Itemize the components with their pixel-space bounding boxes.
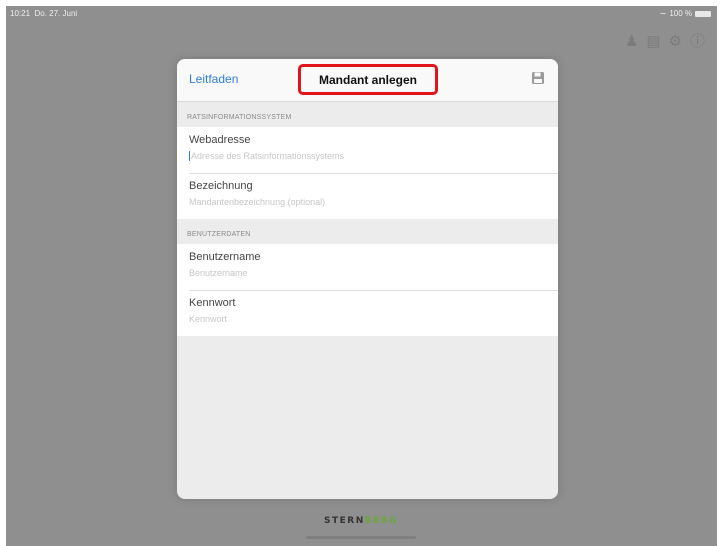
benutzername-input[interactable]: [189, 268, 529, 278]
status-bar: 10:21 Do. 27. Juni ∼ 100 %: [6, 6, 717, 22]
kennwort-input[interactable]: [189, 314, 529, 324]
logo-part-2: BERG: [364, 516, 399, 526]
kennwort-row: Kennwort: [177, 290, 558, 336]
kennwort-label: Kennwort: [189, 297, 236, 309]
modal-navbar: Leitfaden Mandant anlegen: [177, 59, 558, 102]
person-icon[interactable]: ♟: [625, 34, 638, 50]
benutzername-label: Benutzername: [189, 251, 261, 263]
bezeichnung-label: Bezeichnung: [189, 180, 253, 192]
webadresse-row: Webadresse: [177, 127, 558, 173]
battery-icon: [695, 10, 711, 17]
webadresse-label: Webadresse: [189, 134, 251, 146]
guide-link[interactable]: Leitfaden: [189, 72, 238, 86]
gear-icon[interactable]: ⚙: [669, 34, 682, 50]
sternberg-logo: STERNBERG: [324, 516, 398, 526]
document-icon[interactable]: ▤: [646, 34, 660, 50]
floppy-disk-icon: [532, 72, 544, 84]
modal-title-text: Mandant anlegen: [318, 72, 417, 87]
battery-percentage: 100 %: [669, 9, 692, 18]
webadresse-input[interactable]: [189, 151, 529, 161]
logo-part-1: STERN: [324, 516, 365, 526]
bezeichnung-input[interactable]: [189, 197, 529, 207]
save-button[interactable]: [531, 71, 545, 85]
benutzername-row: Benutzername: [177, 244, 558, 290]
top-toolbar: ♟ ▤ ⚙ ⓘ: [625, 34, 705, 50]
section-header-benutzerdaten: BENUTZERDATEN: [177, 219, 558, 244]
home-indicator: [306, 536, 416, 539]
wifi-icon: ∼: [659, 9, 667, 18]
modal-title: Mandant anlegen: [298, 64, 438, 95]
status-date-value: Do. 27. Juni: [34, 9, 78, 18]
ipad-screen: 10:21 Do. 27. Juni ∼ 100 % ♟ ▤ ⚙ ⓘ Leitf…: [6, 6, 717, 546]
help-icon[interactable]: ⓘ: [690, 34, 705, 50]
status-right: ∼ 100 %: [660, 9, 711, 18]
create-client-modal: Leitfaden Mandant anlegen RATSINFORMATIO…: [177, 59, 558, 499]
status-time-value: 10:21: [10, 9, 31, 18]
status-time: 10:21 Do. 27. Juni: [10, 9, 77, 18]
bezeichnung-row: Bezeichnung: [177, 173, 558, 219]
section-header-ratsinformationssystem: RATSINFORMATIONSSYSTEM: [177, 102, 558, 127]
